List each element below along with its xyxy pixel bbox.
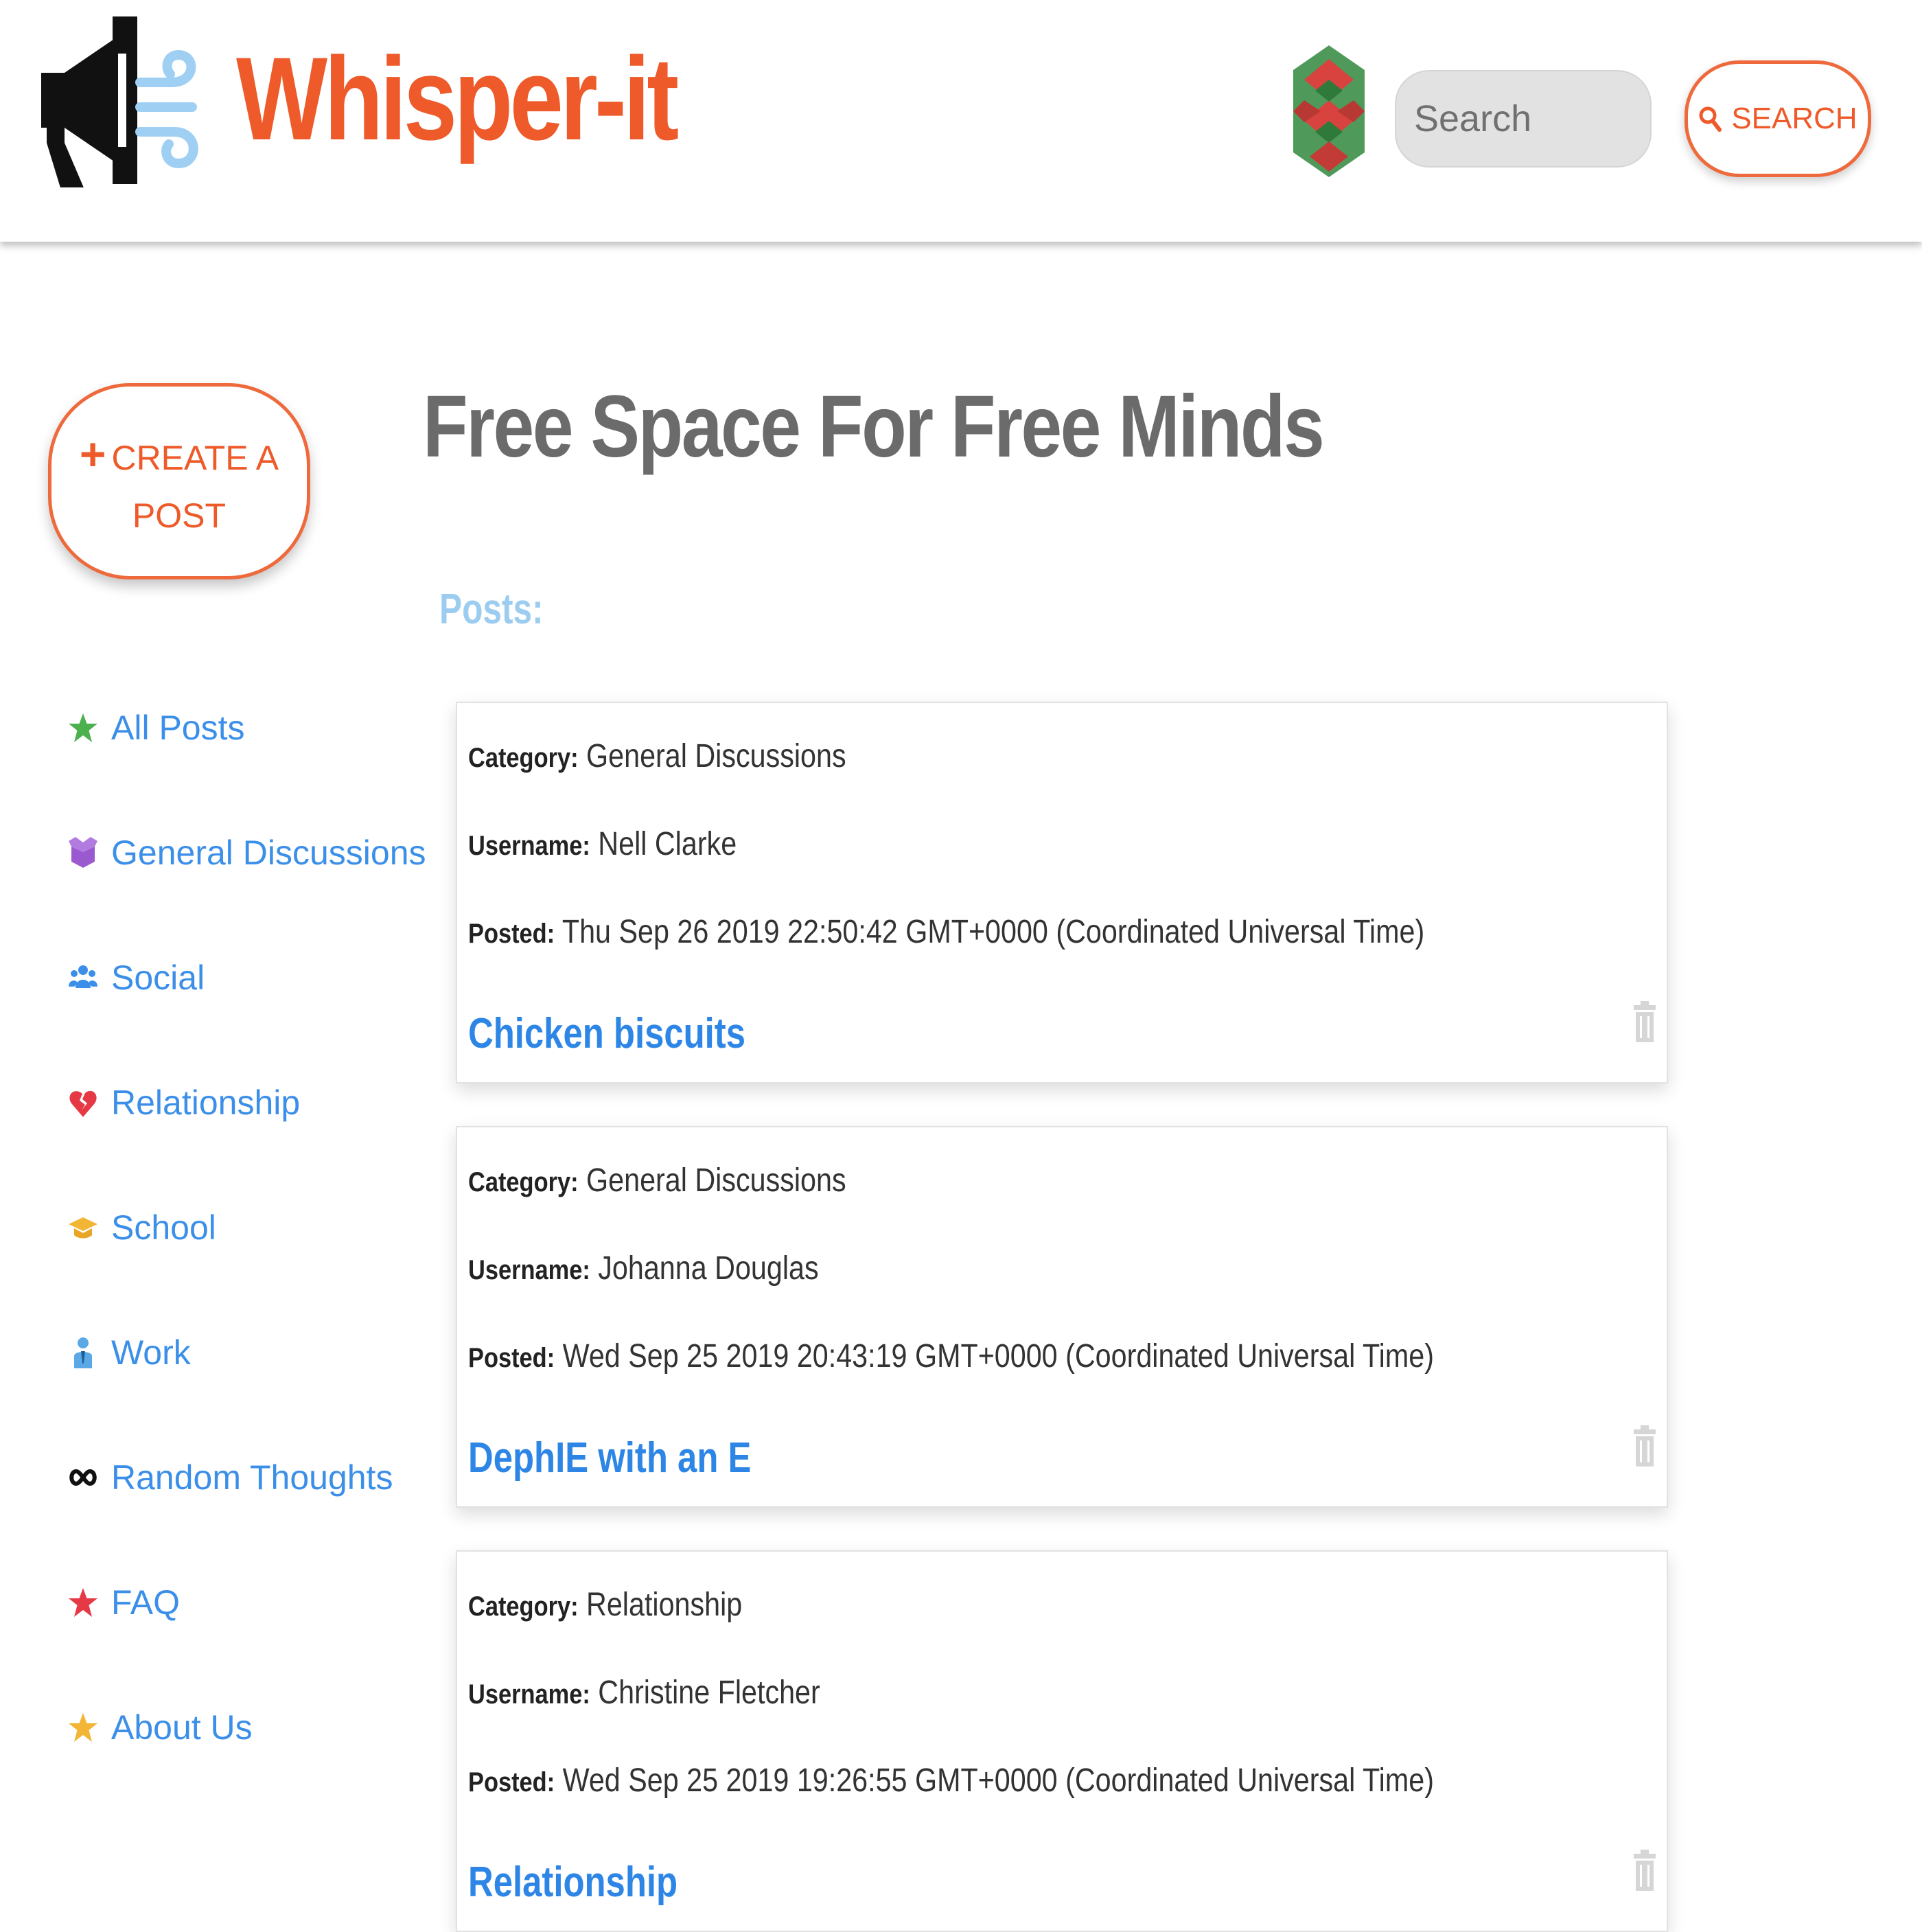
sidebar-item-label: About Us — [111, 1708, 253, 1747]
create-post-button[interactable]: + CREATE A POST — [48, 383, 310, 579]
username-label: Username: — [468, 831, 590, 861]
username-value: Christine Fletcher — [598, 1675, 820, 1711]
box-icon — [67, 836, 99, 870]
star-icon — [67, 1585, 99, 1620]
category-value: General Discussions — [586, 738, 846, 774]
post-card: Category: General Discussions Username: … — [456, 1126, 1668, 1508]
megaphone-wind-logo-icon — [41, 16, 198, 187]
sidebar-item-label: FAQ — [111, 1583, 181, 1622]
create-post-label-line2: POST — [132, 496, 227, 535]
search-button[interactable]: SEARCH — [1684, 60, 1871, 177]
graduation-cap-icon — [67, 1210, 99, 1245]
sidebar-item-label: General Discussions — [111, 833, 426, 872]
posted-label: Posted: — [468, 919, 555, 949]
category-value: General Discussions — [586, 1162, 846, 1199]
post-card: Category: Relationship Username: Christi… — [456, 1550, 1668, 1932]
posted-label: Posted: — [468, 1767, 555, 1797]
post-category: Category: Relationship — [468, 1586, 742, 1624]
post-title-link[interactable]: Chicken biscuits — [468, 1009, 745, 1058]
posted-label: Posted: — [468, 1343, 555, 1373]
create-post-label-line1: CREATE A — [111, 439, 279, 477]
brand-name[interactable]: Whisper-it — [236, 40, 679, 158]
sidebar-item-label: All Posts — [111, 709, 245, 747]
sidebar-item-about-us[interactable]: About Us — [67, 1700, 253, 1755]
sidebar-item-label: Work — [111, 1333, 191, 1372]
top-header: Whisper-it SEARCH — [0, 0, 1922, 242]
username-label: Username: — [468, 1255, 590, 1285]
users-icon — [67, 961, 99, 995]
trash-icon[interactable] — [1632, 1000, 1657, 1044]
sidebar-item-all-posts[interactable]: All Posts — [67, 700, 245, 755]
star-icon — [67, 711, 99, 745]
category-label: Category: — [468, 743, 579, 773]
category-value: Relationship — [586, 1587, 743, 1623]
username-value: Johanna Douglas — [598, 1250, 819, 1287]
category-label: Category: — [468, 1591, 579, 1622]
post-date: Posted: Wed Sep 25 2019 20:43:19 GMT+000… — [468, 1337, 1434, 1375]
trash-icon[interactable] — [1632, 1848, 1657, 1892]
posted-value: Wed Sep 25 2019 19:26:55 GMT+0000 (Coord… — [562, 1762, 1434, 1799]
trash-icon[interactable] — [1632, 1424, 1657, 1468]
username-label: Username: — [468, 1679, 590, 1710]
star-icon — [67, 1710, 99, 1745]
sidebar-item-school[interactable]: School — [67, 1200, 216, 1255]
posted-value: Wed Sep 25 2019 20:43:19 GMT+0000 (Coord… — [562, 1338, 1434, 1375]
sidebar-item-label: School — [111, 1208, 216, 1247]
sidebar-item-faq[interactable]: FAQ — [67, 1575, 180, 1630]
post-username: Username: Nell Clarke — [468, 825, 737, 863]
sidebar-item-random-thoughts[interactable]: Random Thoughts — [67, 1450, 393, 1505]
posted-value: Thu Sep 26 2019 22:50:42 GMT+0000 (Coord… — [561, 914, 1425, 950]
sidebar-item-social[interactable]: Social — [67, 950, 205, 1005]
post-category: Category: General Discussions — [468, 737, 846, 775]
sidebar-item-relationship[interactable]: Relationship — [67, 1075, 300, 1130]
search-input[interactable] — [1395, 70, 1652, 168]
sidebar-item-label: Social — [111, 958, 205, 997]
search-button-label: SEARCH — [1731, 102, 1857, 135]
post-title-link[interactable]: Relationship — [468, 1858, 678, 1907]
sidebar-item-work[interactable]: Work — [67, 1325, 191, 1380]
broken-heart-icon — [67, 1085, 99, 1120]
sidebar-item-general-discussions[interactable]: General Discussions — [67, 825, 426, 880]
post-category: Category: General Discussions — [468, 1162, 846, 1199]
sidebar-item-label: Random Thoughts — [111, 1458, 393, 1497]
post-title-link[interactable]: DephIE with an E — [468, 1434, 751, 1482]
username-value: Nell Clarke — [598, 826, 737, 862]
plus-icon: + — [79, 428, 106, 479]
infinity-icon — [67, 1460, 99, 1495]
category-label: Category: — [468, 1167, 579, 1197]
worker-icon — [67, 1335, 99, 1370]
post-username: Username: Christine Fletcher — [468, 1674, 820, 1712]
posts-heading: Posts: — [439, 586, 544, 633]
post-username: Username: Johanna Douglas — [468, 1250, 819, 1287]
page-title: Free Space For Free Minds — [423, 378, 1325, 476]
user-avatar[interactable] — [1293, 45, 1365, 177]
post-date: Posted: Thu Sep 26 2019 22:50:42 GMT+000… — [468, 913, 1424, 951]
search-icon — [1699, 106, 1722, 132]
post-card: Category: General Discussions Username: … — [456, 702, 1668, 1083]
sidebar-item-label: Relationship — [111, 1083, 301, 1122]
post-date: Posted: Wed Sep 25 2019 19:26:55 GMT+000… — [468, 1762, 1434, 1799]
